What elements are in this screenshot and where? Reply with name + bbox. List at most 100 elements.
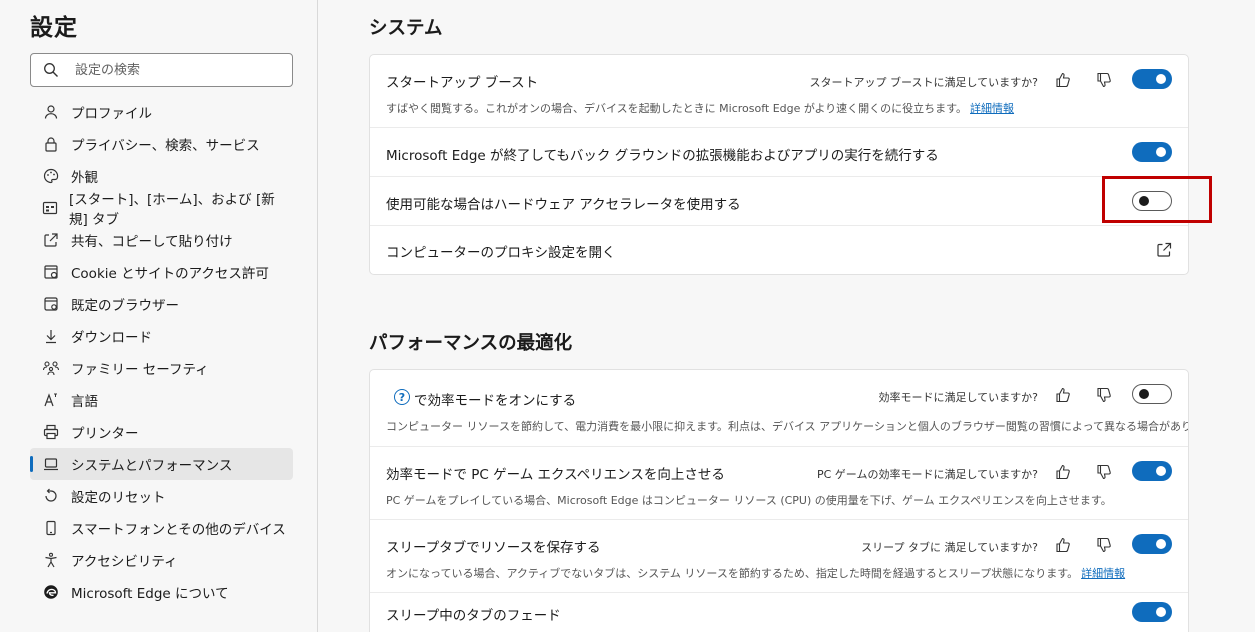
share-icon (42, 231, 60, 249)
edge-icon (42, 583, 60, 601)
sidebar-item-label: ファミリー セーフティ (71, 362, 209, 378)
browser-icon (42, 295, 60, 313)
sidebar-item-accessibility[interactable]: アクセシビリティ (30, 544, 293, 576)
sidebar-item-label: プリンター (71, 426, 139, 442)
setting-row-fade-sleeping-tabs: スリープ中のタブのフェード (370, 593, 1188, 632)
sidebar-item-label: 共有、コピーして貼り付け (71, 234, 233, 250)
thumbs-up-icon[interactable] (1055, 387, 1071, 403)
download-icon (42, 327, 60, 345)
sidebar-item-start-home-newtab[interactable]: [スタート]、[ホーム]、および [新規] タブ (30, 192, 293, 228)
setting-description: オンになっている場合、アクティブでないタブは、システム リソースを節約するため、… (386, 565, 1125, 581)
sidebar-item-printers[interactable]: プリンター (30, 416, 293, 448)
sidebar-item-label: スマートフォンとその他のデバイス (71, 522, 286, 538)
description-text: すばやく閲覧する。これがオンの場合、デバイスを起動したときに Microsoft… (386, 102, 968, 115)
sleeping-tabs-toggle[interactable] (1132, 534, 1172, 554)
sidebar-item-label: Microsoft Edge について (71, 586, 229, 602)
setting-title: コンピューターのプロキシ設定を開く (386, 245, 616, 261)
setting-row-hardware-acceleration: 使用可能な場合はハードウェア アクセラレータを使用する (370, 177, 1188, 226)
sidebar-item-label: 既定のブラウザー (71, 298, 179, 314)
lock-icon (42, 135, 60, 153)
setting-row-pc-gaming: 効率モードで PC ゲーム エクスペリエンスを向上させる PC ゲームの効率モー… (370, 447, 1188, 520)
sidebar-item-label: アクセシビリティ (71, 554, 178, 570)
thumbs-up-icon[interactable] (1055, 72, 1071, 88)
pc-gaming-toggle[interactable] (1132, 461, 1172, 481)
startup-boost-toggle[interactable] (1132, 69, 1172, 89)
feedback-question: スタートアップ ブーストに満足していますか? (809, 76, 1038, 89)
setting-row-efficiency-mode: ? で効率モードをオンにする 効率モードに満足していますか? コンピューター リ… (370, 370, 1188, 447)
thumbs-up-icon[interactable] (1055, 464, 1071, 480)
section-title-performance: パフォーマンスの最適化 (369, 333, 573, 354)
laptop-icon (42, 455, 60, 473)
setting-row-startup-boost: スタートアップ ブースト スタートアップ ブーストに満足していますか? すばやく… (370, 55, 1188, 128)
sidebar-item-label: ダウンロード (71, 330, 152, 346)
setting-description: PC ゲームをプレイしている場合、Microsoft Edge はコンピューター… (386, 494, 1112, 507)
setting-row-background-extensions: Microsoft Edge が終了してもバック グラウンドの拡張機能およびアプ… (370, 128, 1188, 177)
sidebar-nav: プロファイル プライバシー、検索、サービス 外観 [スタート]、[ホーム]、およ… (30, 96, 293, 608)
thumbs-down-icon[interactable] (1096, 387, 1112, 403)
phone-icon (42, 519, 60, 537)
sidebar-item-phone-devices[interactable]: スマートフォンとその他のデバイス (30, 512, 293, 544)
help-icon[interactable]: ? (394, 389, 410, 405)
sidebar-item-label: 言語 (71, 394, 98, 410)
setting-title: 効率モードで PC ゲーム エクスペリエンスを向上させる (386, 467, 725, 483)
home-tab-icon (42, 199, 58, 217)
cookie-icon (42, 263, 60, 281)
setting-title: スタートアップ ブースト (386, 75, 539, 91)
performance-card: ? で効率モードをオンにする 効率モードに満足していますか? コンピューター リ… (369, 369, 1189, 632)
setting-title: スリープ中のタブのフェード (386, 608, 561, 624)
efficiency-mode-toggle[interactable] (1132, 384, 1172, 404)
sidebar-item-label: プライバシー、検索、サービス (71, 138, 260, 154)
sidebar-item-label: Cookie とサイトのアクセス許可 (71, 266, 269, 282)
fade-sleeping-tabs-toggle[interactable] (1132, 602, 1172, 622)
search-icon (44, 63, 58, 77)
sidebar-item-profile[interactable]: プロファイル (30, 96, 293, 128)
thumbs-down-icon[interactable] (1096, 464, 1112, 480)
sidebar-item-family-safety[interactable]: ファミリー セーフティ (30, 352, 293, 384)
setting-title: Microsoft Edge が終了してもバック グラウンドの拡張機能およびアプ… (386, 148, 939, 164)
setting-row-sleeping-tabs: スリープタブでリソースを保存する スリープ タブに 満足していますか? オンにな… (370, 520, 1188, 593)
external-link-icon[interactable] (1156, 242, 1172, 258)
sidebar-item-languages[interactable]: 言語 (30, 384, 293, 416)
setting-description: コンピューター リソースを節約して、電力消費を最小限に抑えます。利点は、デバイス… (386, 420, 1189, 433)
sidebar-item-default-browser[interactable]: 既定のブラウザー (30, 288, 293, 320)
feedback-question: 効率モードに満足していますか? (878, 391, 1038, 404)
sidebar-item-about-edge[interactable]: Microsoft Edge について (30, 576, 293, 608)
sidebar-item-share-copy-paste[interactable]: 共有、コピーして貼り付け (30, 224, 293, 256)
palette-icon (42, 167, 60, 185)
sidebar-item-system-performance[interactable]: システムとパフォーマンス (30, 448, 293, 480)
printer-icon (42, 423, 60, 441)
sidebar: 設定 プロファイル プライバシー、検索、サービス 外観 [スタート]、[ホーム]… (0, 0, 318, 632)
setting-title: 使用可能な場合はハードウェア アクセラレータを使用する (386, 197, 741, 213)
family-icon (42, 359, 60, 377)
thumbs-down-icon[interactable] (1096, 72, 1112, 88)
description-text: オンになっている場合、アクティブでないタブは、システム リソースを節約するため、… (386, 567, 1079, 580)
language-icon (42, 391, 60, 409)
feedback-question: PC ゲームの効率モードに満足していますか? (817, 468, 1038, 481)
learn-more-link[interactable]: 詳細情報 (970, 102, 1014, 115)
thumbs-down-icon[interactable] (1096, 537, 1112, 553)
setting-description: すばやく閲覧する。これがオンの場合、デバイスを起動したときに Microsoft… (386, 100, 1014, 116)
thumbs-up-icon[interactable] (1055, 537, 1071, 553)
sidebar-item-downloads[interactable]: ダウンロード (30, 320, 293, 352)
system-card: スタートアップ ブースト スタートアップ ブーストに満足していますか? すばやく… (369, 54, 1189, 275)
sidebar-item-label: システムとパフォーマンス (71, 458, 233, 474)
section-title-system: システム (369, 18, 443, 39)
search-input[interactable] (75, 60, 285, 80)
main-content: システム スタートアップ ブースト スタートアップ ブーストに満足していますか?… (319, 0, 1255, 632)
sidebar-item-label: 外観 (71, 170, 98, 186)
sidebar-item-privacy[interactable]: プライバシー、検索、サービス (30, 128, 293, 160)
profile-icon (42, 103, 60, 121)
sidebar-item-reset-settings[interactable]: 設定のリセット (30, 480, 293, 512)
feedback-question: スリープ タブに 満足していますか? (861, 541, 1038, 554)
setting-row-proxy[interactable]: コンピューターのプロキシ設定を開く (370, 226, 1188, 274)
reset-icon (42, 487, 60, 505)
setting-title: で効率モードをオンにする (414, 393, 577, 409)
page-title: 設定 (30, 15, 78, 41)
sidebar-item-cookies[interactable]: Cookie とサイトのアクセス許可 (30, 256, 293, 288)
learn-more-link[interactable]: 詳細情報 (1081, 567, 1125, 580)
sidebar-item-label: 設定のリセット (71, 490, 166, 506)
setting-title: スリープタブでリソースを保存する (386, 540, 601, 556)
highlight-box (1102, 176, 1212, 223)
background-extensions-toggle[interactable] (1132, 142, 1172, 162)
search-box[interactable] (30, 53, 293, 87)
